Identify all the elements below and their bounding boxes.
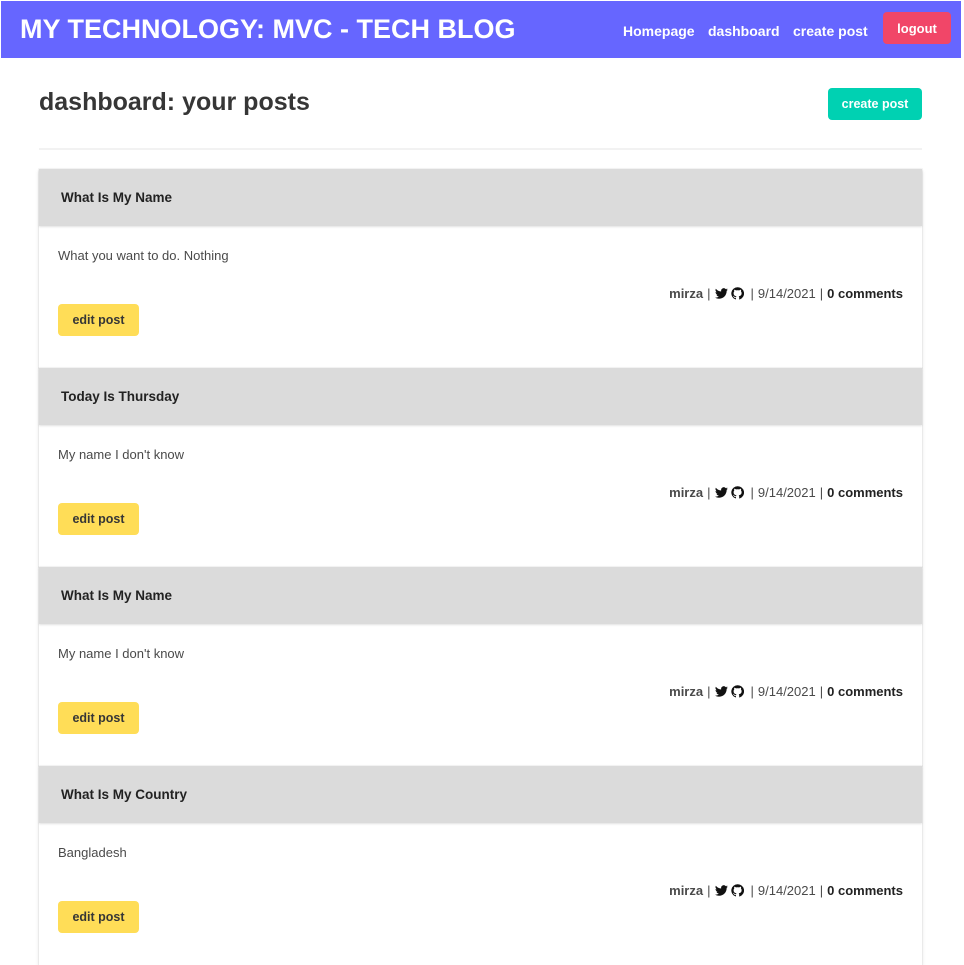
post-date: 9/14/2021 [757, 286, 816, 301]
post-body: My name I don't know [58, 447, 185, 462]
twitter-icon[interactable] [714, 287, 728, 300]
edit-post-button[interactable]: edit post [58, 901, 139, 933]
post-header[interactable]: What Is My Name [39, 169, 922, 226]
meta-separator: | [707, 684, 711, 699]
comments-link[interactable]: 0 comments [827, 883, 903, 898]
post-card: What Is My Country Bangladesh mirza | | … [39, 766, 922, 965]
post-author: mirza [669, 485, 704, 500]
edit-post-button[interactable]: edit post [58, 702, 139, 734]
post-author: mirza [669, 883, 704, 898]
comments-link[interactable]: 0 comments [827, 684, 903, 699]
twitter-icon[interactable] [714, 685, 728, 698]
post-body: Bangladesh [58, 845, 127, 860]
post-meta: mirza | | 9/14/2021 | 0 comments [669, 286, 903, 301]
post-header[interactable]: Today Is Thursday [39, 368, 922, 425]
meta-separator: | [819, 286, 824, 301]
page-title: dashboard: your posts [39, 88, 310, 116]
twitter-icon[interactable] [714, 884, 728, 897]
post-date: 9/14/2021 [757, 485, 816, 500]
meta-separator: | [707, 286, 711, 301]
meta-separator: | [750, 286, 754, 301]
site-brand[interactable]: MY TECHNOLOGY: MVC - TECH BLOG [20, 14, 516, 45]
post-title[interactable]: What Is My Name [61, 588, 172, 603]
nav-link-homepage[interactable]: Homepage [623, 23, 695, 39]
logout-button[interactable]: logout [883, 12, 951, 44]
create-post-button[interactable]: create post [828, 88, 922, 120]
divider [39, 148, 922, 150]
post-date: 9/14/2021 [757, 883, 816, 898]
meta-separator: | [707, 485, 711, 500]
meta-separator: | [819, 883, 824, 898]
github-icon[interactable] [730, 287, 744, 300]
meta-separator: | [707, 883, 711, 898]
edit-post-button[interactable]: edit post [58, 304, 139, 336]
meta-separator: | [750, 883, 754, 898]
post-author: mirza [669, 684, 704, 699]
post-meta: mirza | | 9/14/2021 | 0 comments [669, 485, 903, 500]
post-card: What Is My Name My name I don't know mir… [39, 567, 922, 766]
post-meta: mirza | | 9/14/2021 | 0 comments [669, 883, 903, 898]
post-author: mirza [669, 286, 704, 301]
github-icon[interactable] [730, 486, 744, 499]
post-title[interactable]: Today Is Thursday [61, 389, 179, 404]
nav-link-dashboard[interactable]: dashboard [708, 23, 780, 39]
github-icon[interactable] [730, 685, 744, 698]
post-body: My name I don't know [58, 646, 185, 661]
post-header[interactable]: What Is My Country [39, 766, 922, 823]
posts-list: What Is My Name What you want to do. Not… [39, 169, 922, 965]
meta-separator: | [750, 485, 754, 500]
top-navbar: MY TECHNOLOGY: MVC - TECH BLOG Homepage … [1, 1, 961, 58]
post-meta: mirza | | 9/14/2021 | 0 comments [669, 684, 903, 699]
github-icon[interactable] [730, 884, 744, 897]
post-title[interactable]: What Is My Country [61, 787, 187, 802]
twitter-icon[interactable] [714, 486, 728, 499]
post-header[interactable]: What Is My Name [39, 567, 922, 624]
post-date: 9/14/2021 [757, 684, 816, 699]
post-body: What you want to do. Nothing [58, 248, 229, 263]
meta-separator: | [750, 684, 754, 699]
meta-separator: | [819, 684, 824, 699]
post-card: Today Is Thursday My name I don't know m… [39, 368, 922, 567]
post-title[interactable]: What Is My Name [61, 190, 172, 205]
nav-link-create-post[interactable]: create post [793, 23, 868, 39]
meta-separator: | [819, 485, 824, 500]
comments-link[interactable]: 0 comments [827, 286, 903, 301]
comments-link[interactable]: 0 comments [827, 485, 903, 500]
post-card: What Is My Name What you want to do. Not… [39, 169, 922, 368]
edit-post-button[interactable]: edit post [58, 503, 139, 535]
